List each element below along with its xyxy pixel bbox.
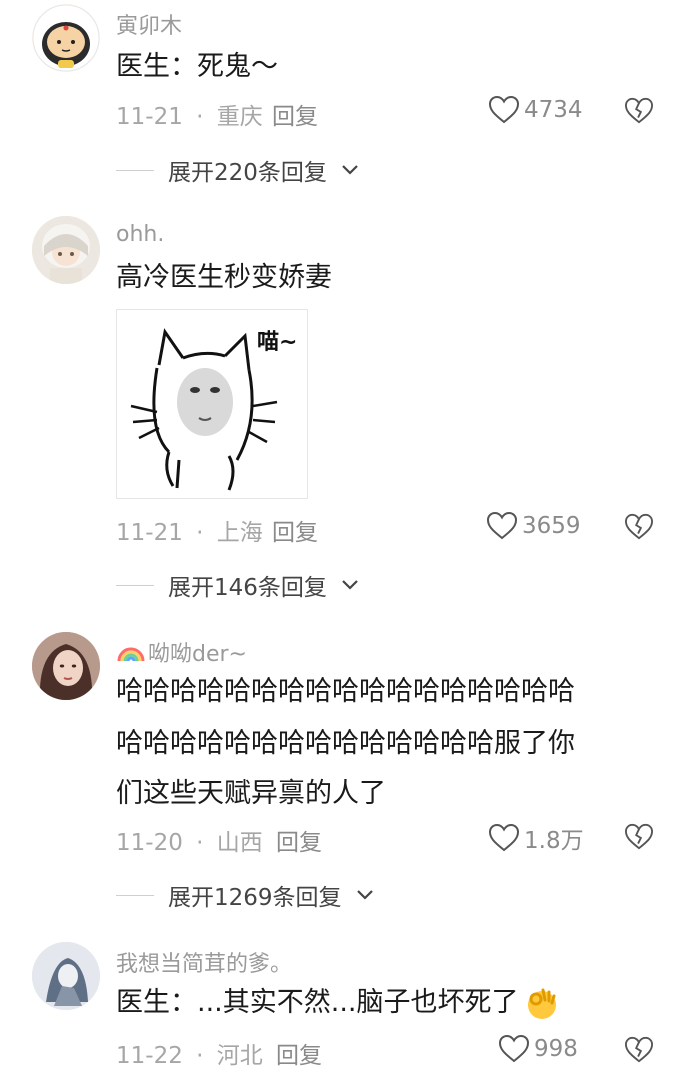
comment-text: 医生：...其实不然...脑子也坏死了 [116,987,519,1018]
divider-line [116,584,154,586]
dislike-button[interactable] [624,1036,654,1064]
like-button[interactable]: 1.8万 [488,821,584,855]
expand-replies-button[interactable]: 展开1269条回复 [116,878,374,912]
chevron-down-icon [356,890,373,900]
comment-date: 11-20 [116,830,183,856]
reply-button[interactable]: 回复 [272,97,318,131]
comment-text-line: 哈哈哈哈哈哈哈哈哈哈哈哈哈哈服了你 [116,728,575,759]
avatar-photo-icon [32,632,100,700]
rainbow-icon [117,647,145,662]
avatar[interactable] [32,216,100,284]
meta-separator: · [196,520,204,546]
divider-line [116,169,154,171]
comment-text: 高冷医生秒变娇妻 [116,262,332,293]
broken-heart-icon [624,823,654,850]
expand-replies-label: 展开1269条回复 [168,885,342,911]
heart-outline-icon [486,511,518,540]
avatar[interactable] [32,632,100,700]
dislike-button[interactable] [624,823,654,851]
ok-hand-emoji-icon [527,988,556,1019]
chevron-down-icon [342,165,358,175]
comment-username[interactable]: 我想当简茸的爹。 [116,946,292,978]
avatar-cartoon-icon [32,4,100,72]
comment-date: 11-21 [116,104,183,130]
reply-button[interactable]: 回复 [276,823,322,857]
comment-meta: 11-21 · 上海 [116,513,263,547]
like-button[interactable]: 998 [498,1034,578,1064]
comment-text-line: 们这些天赋异禀的人了 [116,778,386,809]
comment-username[interactable]: 寅卯木 [116,8,182,40]
meta-separator: · [196,104,204,130]
comment-location: 上海 [216,520,263,546]
heart-outline-icon [498,1034,530,1063]
avatar-anime-girl-icon [32,216,100,284]
comment-date: 11-22 [116,1043,183,1069]
comment-location: 河北 [216,1043,263,1069]
comment-meta: 11-21 · 重庆 [116,97,263,131]
reply-button[interactable]: 回复 [276,1036,322,1070]
comment-date: 11-21 [116,520,183,546]
sticker-caption: 喵~ [257,330,298,355]
comment-text-row: 医生：...其实不然...脑子也坏死了 [116,976,561,1030]
avatar-illustration-icon [32,942,100,1010]
heart-outline-icon [488,823,520,852]
comment-username: 呦呦der~ [148,642,247,667]
dislike-button[interactable] [624,97,654,125]
dislike-button[interactable] [624,513,654,541]
like-count: 3659 [522,513,581,539]
comment-text: 医生：死鬼～ [116,51,278,82]
like-count: 998 [534,1036,578,1062]
like-button[interactable]: 3659 [486,511,581,541]
expand-replies-label: 展开220条回复 [168,160,327,186]
broken-heart-icon [624,513,654,540]
expand-replies-label: 展开146条回复 [168,575,327,601]
avatar[interactable] [32,4,100,72]
divider-line [116,894,154,896]
comment-text-line: 哈哈哈哈哈哈哈哈哈哈哈哈哈哈哈哈哈 [116,676,575,707]
reply-button[interactable]: 回复 [272,513,318,547]
comment-meta: 11-22 · 河北 [116,1036,263,1070]
sticker-image[interactable]: 喵~ [116,309,308,499]
comment-location: 山西 [216,830,263,856]
chevron-down-icon [342,580,358,590]
like-button[interactable]: 4734 [488,95,583,125]
heart-outline-icon [488,95,520,124]
comment-username[interactable]: ohh. [116,222,164,247]
meta-separator: · [196,830,204,856]
like-count: 1.8万 [524,828,584,854]
comment-username-row[interactable]: 呦呦der~ [116,636,247,668]
expand-replies-button[interactable]: 展开146条回复 [116,568,359,602]
broken-heart-icon [624,97,654,124]
comment-location: 重庆 [216,104,263,130]
like-count: 4734 [524,97,583,123]
expand-replies-button[interactable]: 展开220条回复 [116,153,359,187]
broken-heart-icon [624,1036,654,1063]
meta-separator: · [196,1043,204,1069]
comment-meta: 11-20 · 山西 [116,823,263,857]
avatar[interactable] [32,942,100,1010]
